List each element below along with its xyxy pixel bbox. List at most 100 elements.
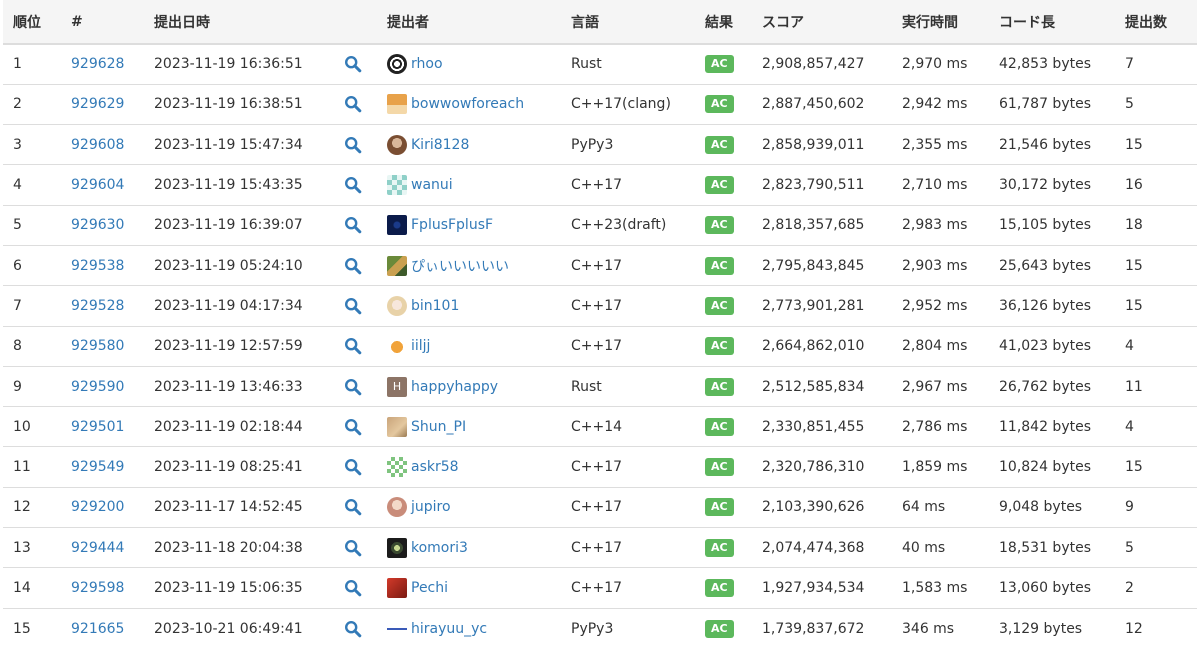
header-result[interactable]: 結果 xyxy=(695,0,752,45)
header-id[interactable]: # xyxy=(61,0,144,45)
search-cell xyxy=(334,446,377,488)
submission-id-link[interactable]: 929538 xyxy=(71,258,124,274)
submit-date-cell: 2023-11-19 15:47:34 xyxy=(144,124,334,165)
submission-id-link[interactable]: 929200 xyxy=(71,499,124,515)
result-cell: AC xyxy=(695,244,752,286)
code-length-cell: 36,126 bytes xyxy=(989,285,1115,327)
user-link[interactable]: bin101 xyxy=(411,298,459,314)
search-icon[interactable] xyxy=(344,620,362,638)
score-cell: 2,773,901,281 xyxy=(752,285,892,327)
submission-count-cell: 4 xyxy=(1115,406,1197,447)
user-link[interactable]: Pechi xyxy=(411,580,448,596)
exec-time-cell: 2,710 ms xyxy=(892,164,989,206)
user-link[interactable]: iiljj xyxy=(411,338,430,354)
score-cell: 2,512,585,834 xyxy=(752,365,892,407)
submission-id-cell: 929590 xyxy=(61,365,144,407)
user-link[interactable]: hirayuu_yc xyxy=(411,621,487,637)
score-cell: 2,858,939,011 xyxy=(752,124,892,165)
result-cell: AC xyxy=(695,446,752,488)
user-link[interactable]: askr58 xyxy=(411,459,459,475)
submission-id-cell: 929629 xyxy=(61,83,144,125)
status-badge: AC xyxy=(705,619,734,638)
status-badge: AC xyxy=(705,256,734,275)
language-cell: PyPy3 xyxy=(561,124,695,165)
search-icon[interactable] xyxy=(344,458,362,476)
submission-id-link[interactable]: 929629 xyxy=(71,96,124,112)
header-date[interactable]: 提出日時 xyxy=(144,0,334,45)
rank-cell: 6 xyxy=(3,244,61,286)
score-cell: 1,739,837,672 xyxy=(752,607,892,649)
avatar-icon xyxy=(387,54,407,75)
result-cell: AC xyxy=(695,164,752,206)
user-link[interactable]: bowwowforeach xyxy=(411,96,524,112)
submission-id-link[interactable]: 929501 xyxy=(71,419,124,435)
user-cell: komori3 xyxy=(377,527,561,568)
user-link[interactable]: komori3 xyxy=(411,540,468,556)
search-icon[interactable] xyxy=(344,539,362,557)
submission-id-link[interactable]: 921665 xyxy=(71,621,124,637)
search-icon[interactable] xyxy=(344,136,362,154)
submission-id-link[interactable]: 929630 xyxy=(71,217,124,233)
user-link[interactable]: wanui xyxy=(411,177,453,193)
rank-cell: 15 xyxy=(3,607,61,649)
search-icon[interactable] xyxy=(344,216,362,234)
table-row: 3 929608 2023-11-19 15:47:34 Kiri8128 Py… xyxy=(3,124,1197,165)
submission-count-cell: 2 xyxy=(1115,567,1197,609)
avatar-icon xyxy=(387,255,407,276)
header-language[interactable]: 言語 xyxy=(561,0,695,45)
search-icon[interactable] xyxy=(344,55,362,73)
search-icon[interactable] xyxy=(344,378,362,396)
status-badge: AC xyxy=(705,538,734,557)
submission-count-cell: 15 xyxy=(1115,244,1197,286)
header-code-length[interactable]: コード長 xyxy=(989,0,1115,45)
search-icon[interactable] xyxy=(344,337,362,355)
submission-id-link[interactable]: 929608 xyxy=(71,137,124,153)
submission-id-link[interactable]: 929580 xyxy=(71,338,124,354)
user-cell: FplusFplusF xyxy=(377,204,561,246)
user-link[interactable]: happyhappy xyxy=(411,379,498,395)
user-link[interactable]: jupiro xyxy=(411,499,451,515)
table-row: 7 929528 2023-11-19 04:17:34 bin101 C++1… xyxy=(3,285,1197,327)
submission-count-cell: 12 xyxy=(1115,607,1197,649)
submission-id-cell: 929604 xyxy=(61,164,144,206)
code-length-cell: 42,853 bytes xyxy=(989,43,1115,85)
avatar-icon xyxy=(387,295,407,316)
submission-id-link[interactable]: 929549 xyxy=(71,459,124,475)
status-badge: AC xyxy=(705,377,734,396)
header-user[interactable]: 提出者 xyxy=(377,0,561,45)
submission-id-link[interactable]: 929444 xyxy=(71,540,124,556)
submission-id-cell: 929200 xyxy=(61,486,144,528)
search-icon[interactable] xyxy=(344,579,362,597)
submission-id-link[interactable]: 929628 xyxy=(71,56,124,72)
user-link[interactable]: FplusFplusF xyxy=(411,217,493,233)
user-link[interactable]: rhoo xyxy=(411,56,443,72)
search-icon[interactable] xyxy=(344,257,362,275)
submission-id-link[interactable]: 929528 xyxy=(71,298,124,314)
rank-cell: 3 xyxy=(3,124,61,165)
search-icon[interactable] xyxy=(344,95,362,113)
table-row: 1 929628 2023-11-19 16:36:51 rhoo Rust A… xyxy=(3,43,1197,85)
result-cell: AC xyxy=(695,43,752,85)
user-link[interactable]: Shun_PI xyxy=(411,419,466,435)
header-score[interactable]: スコア xyxy=(752,0,892,45)
table-row: 11 929549 2023-11-19 08:25:41 askr58 C++… xyxy=(3,446,1197,488)
submission-count-cell: 16 xyxy=(1115,164,1197,206)
search-icon[interactable] xyxy=(344,176,362,194)
submission-id-cell: 921665 xyxy=(61,607,144,649)
user-cell: ぴぃいいいいい xyxy=(377,244,561,286)
header-rank[interactable]: 順位 xyxy=(3,0,61,45)
submission-id-link[interactable]: 929590 xyxy=(71,379,124,395)
header-submissions[interactable]: 提出数 xyxy=(1115,0,1197,45)
submit-date-cell: 2023-11-17 14:52:45 xyxy=(144,486,334,528)
submission-id-link[interactable]: 929598 xyxy=(71,580,124,596)
exec-time-cell: 346 ms xyxy=(892,607,989,649)
search-icon[interactable] xyxy=(344,297,362,315)
search-icon[interactable] xyxy=(344,418,362,436)
search-icon[interactable] xyxy=(344,498,362,516)
table-row: 14 929598 2023-11-19 15:06:35 Pechi C++1… xyxy=(3,567,1197,609)
code-length-cell: 9,048 bytes xyxy=(989,486,1115,528)
header-time[interactable]: 実行時間 xyxy=(892,0,989,45)
user-link[interactable]: ぴぃいいいいい xyxy=(411,256,509,276)
user-link[interactable]: Kiri8128 xyxy=(411,137,469,153)
submission-id-link[interactable]: 929604 xyxy=(71,177,124,193)
